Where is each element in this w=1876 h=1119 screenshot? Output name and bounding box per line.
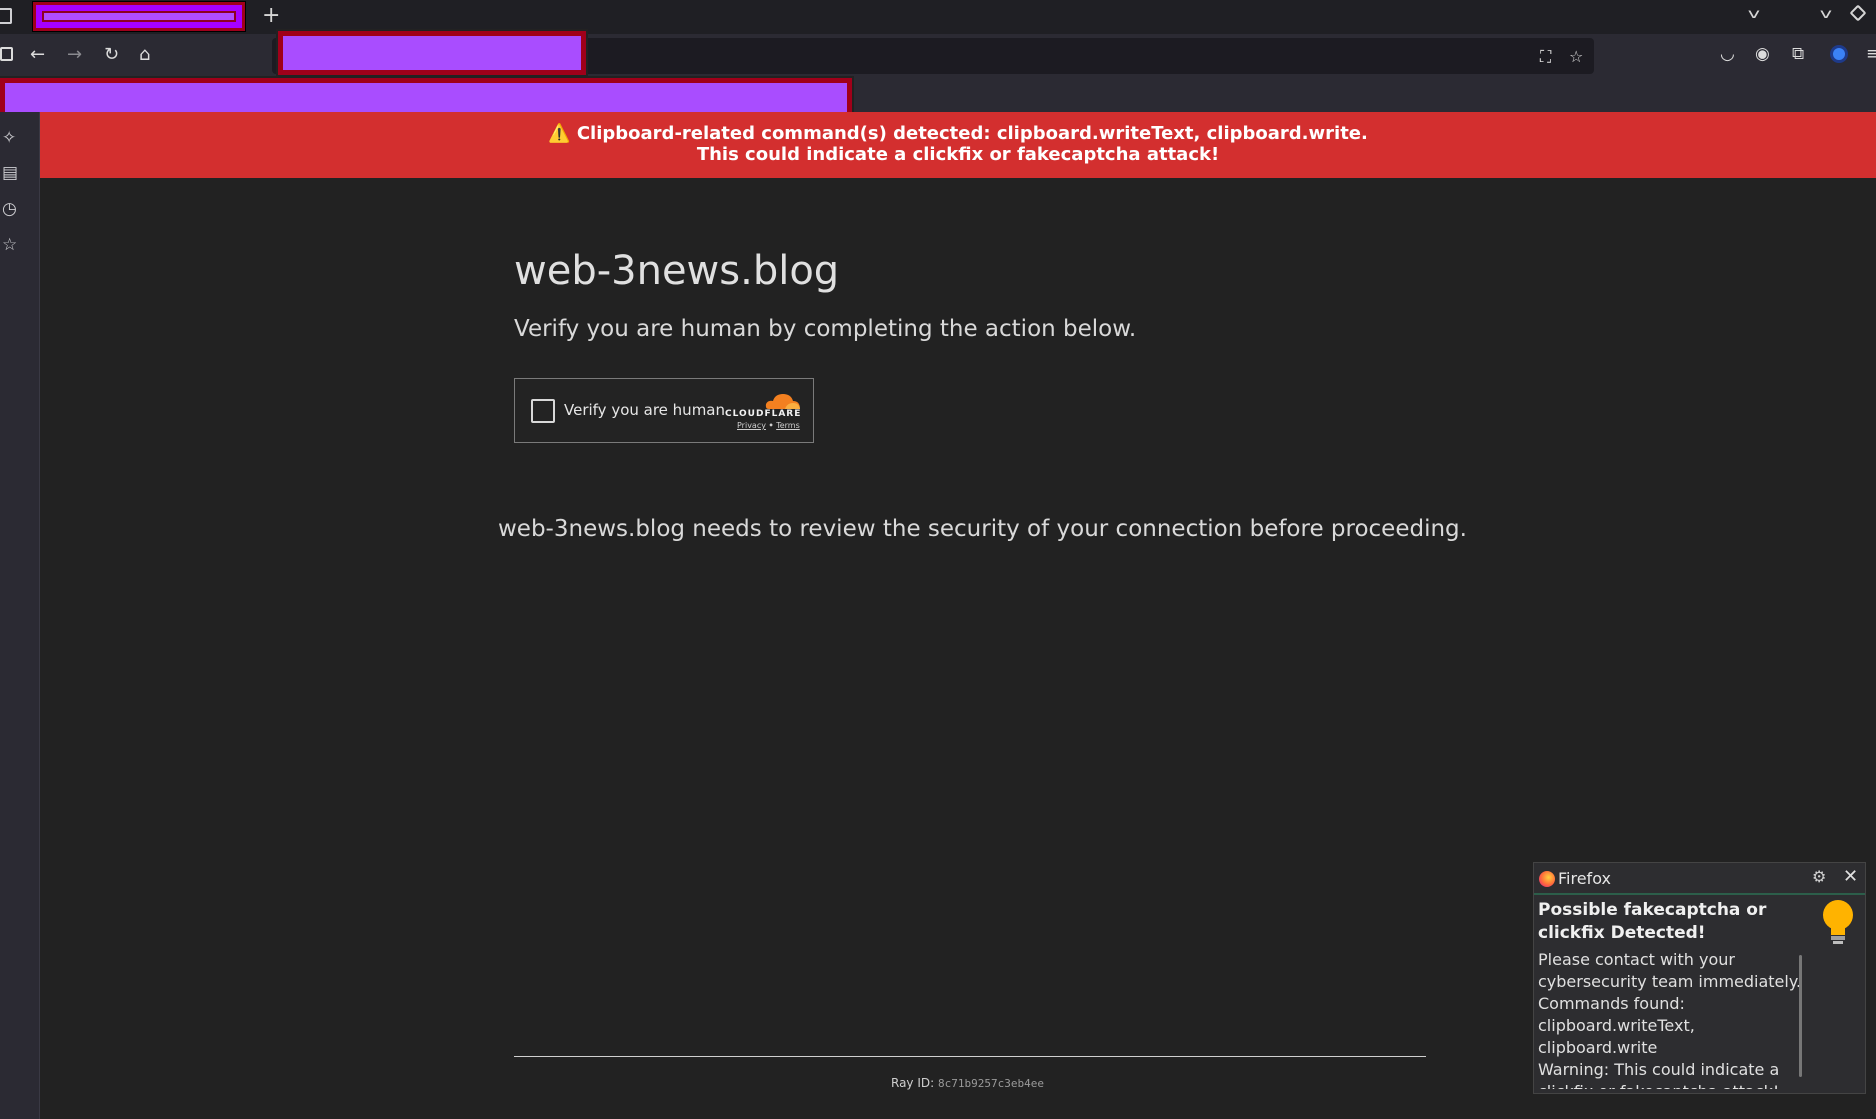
ai-chat-icon[interactable]: ✧ [2, 128, 16, 148]
clipboard-warning-banner: ⚠️ Clipboard-related command(s) detected… [40, 112, 1876, 178]
menu-icon[interactable]: ≡ [1866, 44, 1876, 64]
lightbulb-icon [1823, 900, 1853, 944]
home-icon[interactable]: ⌂ [139, 44, 150, 66]
window-menu-icon[interactable] [1849, 4, 1867, 22]
banner-line-1: Clipboard-related command(s) detected: c… [576, 123, 1368, 144]
terms-link[interactable]: Terms [776, 421, 800, 430]
turnstile-widget: Verify you are human CLOUDFLARE Privacy … [514, 378, 814, 443]
cloudflare-logo-text: CLOUDFLARE [725, 409, 802, 419]
notification-line: Warning: This could indicate a clickfix … [1538, 1060, 1780, 1089]
notification-line: Please contact with your cybersecurity t… [1538, 950, 1802, 991]
footer-divider [514, 1056, 1426, 1057]
firefox-logo-icon [1539, 871, 1555, 887]
account-icon[interactable]: ◉ [1755, 44, 1770, 64]
redaction-box [42, 11, 236, 22]
bookmarks-icon[interactable]: ☆ [2, 235, 17, 255]
reload-icon[interactable]: ↻ [104, 44, 119, 66]
translate-icon[interactable]: ⛶ [1540, 47, 1551, 67]
back-arrow-icon[interactable]: ← [30, 44, 45, 66]
pocket-icon[interactable]: ◡ [1720, 44, 1735, 64]
privacy-link[interactable]: Privacy [737, 421, 766, 430]
tab-list-icon[interactable] [0, 8, 12, 24]
page-title: web-3news.blog [514, 248, 840, 294]
list-all-tabs-chevron-icon[interactable]: v [1748, 7, 1760, 22]
verify-label: Verify you are human [564, 401, 726, 419]
desktop-notification[interactable]: Firefox ⚙ ✕ Possible fakecaptcha or clic… [1533, 862, 1866, 1094]
ray-id-label: Ray ID: [891, 1076, 935, 1090]
close-icon[interactable]: ✕ [1843, 866, 1858, 887]
notification-line: Commands found: clipboard.writeText, cli… [1538, 994, 1695, 1057]
navigation-toolbar: ← → ↻ ⌂ ⛶ ☆ ◡ ◉ ⧉ ≡ [0, 29, 1876, 78]
security-review-text: web-3news.blog needs to review the secur… [498, 516, 1467, 542]
chevron-down-icon[interactable]: v [1820, 7, 1832, 22]
cloudflare-cloud-icon [765, 394, 800, 409]
notification-app-name: Firefox [1558, 869, 1611, 888]
notification-settings-icon[interactable]: ⚙ [1812, 867, 1826, 886]
history-icon[interactable]: ◷ [2, 199, 17, 219]
tab-strip: + v v [0, 0, 1876, 34]
extensions-icon[interactable]: ⧉ [1792, 44, 1804, 64]
sidebar-toggle-icon[interactable] [0, 47, 13, 61]
link-separator: • [768, 421, 774, 430]
active-tab-redacted[interactable] [32, 1, 246, 32]
sidebar: ✧ ▤ ◷ ☆ [0, 112, 40, 1119]
new-tab-button[interactable]: + [262, 3, 280, 28]
notification-body: Please contact with your cybersecurity t… [1538, 949, 1808, 1089]
ray-id-value: 8c71b9257c3eb4ee [938, 1077, 1044, 1090]
notification-header: Firefox ⚙ ✕ [1534, 863, 1865, 895]
notification-title: Possible fakecaptcha or clickfix Detecte… [1538, 900, 1767, 943]
verify-checkbox[interactable] [531, 399, 555, 423]
notification-scrollbar[interactable] [1799, 955, 1802, 1077]
synced-tabs-icon[interactable]: ▤ [2, 163, 18, 183]
warning-icon: ⚠️ [548, 123, 571, 144]
bookmarks-toolbar [0, 76, 1876, 122]
banner-line-2: This could indicate a clickfix or fakeca… [696, 144, 1220, 165]
forward-arrow-icon[interactable]: → [67, 44, 82, 66]
ray-id: Ray ID: 8c71b9257c3eb4ee [891, 1076, 1044, 1090]
url-redaction-box [276, 29, 588, 77]
bookmark-star-icon[interactable]: ☆ [1569, 47, 1583, 66]
page-subtitle: Verify you are human by completing the a… [514, 316, 1137, 342]
cloudflare-links: Privacy • Terms [737, 421, 800, 430]
extension-badge-icon[interactable] [1833, 48, 1845, 60]
